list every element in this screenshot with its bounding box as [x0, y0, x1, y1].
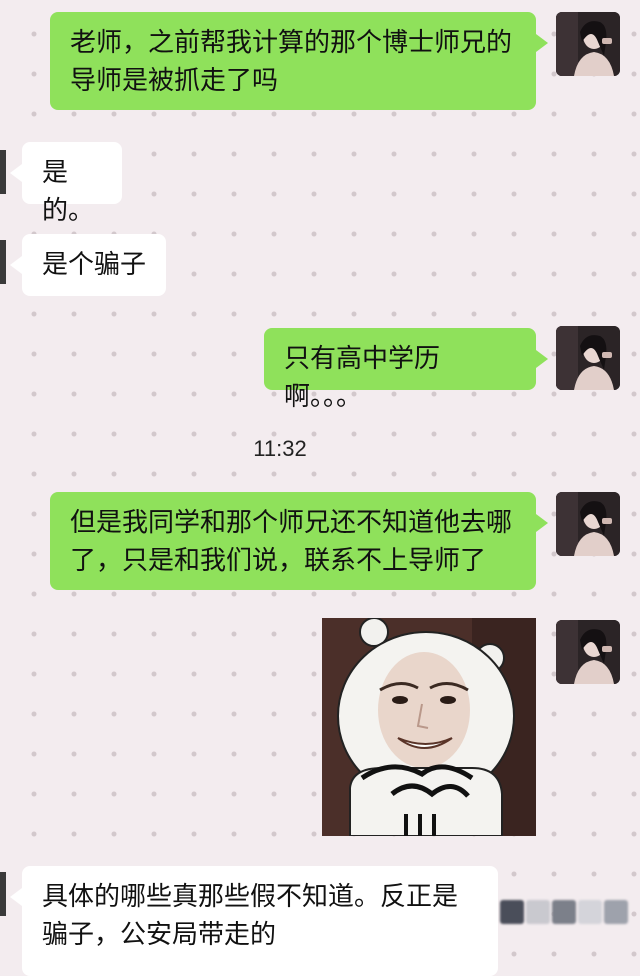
avatar-photo: [556, 12, 620, 76]
message-timestamp: 11:32: [253, 436, 307, 461]
sent-message-bubble[interactable]: 老师，之前帮我计算的那个博士师兄的导师是被抓走了吗: [50, 12, 548, 110]
avatar-photo: [556, 326, 620, 390]
meme-face-drawing: [322, 618, 536, 836]
message-text: 只有高中学历啊。。。: [284, 344, 441, 412]
received-message-bubble[interactable]: 具体的哪些真那些假不知道。反正是骗子，公安局带走的: [10, 866, 498, 976]
sent-message-bubble[interactable]: 但是我同学和那个师兄还不知道他去哪了，只是和我们说，联系不上导师了: [50, 492, 548, 590]
received-message-bubble[interactable]: 是个骗子: [10, 234, 166, 296]
redaction-block: [578, 900, 602, 924]
left-edge-mark: [0, 150, 6, 194]
received-message-bubble[interactable]: 是的。: [10, 142, 122, 226]
message-text: 是的。: [42, 158, 95, 226]
avatar-photo: [556, 620, 620, 684]
avatar-photo: [556, 492, 620, 556]
message-text: 但是我同学和那个师兄还不知道他去哪了，只是和我们说，联系不上导师了: [70, 508, 513, 576]
left-edge-mark: [0, 872, 6, 916]
user-avatar-icon[interactable]: [556, 326, 620, 390]
left-edge-mark: [0, 240, 6, 284]
meme-sticker-icon[interactable]: [322, 618, 536, 836]
redaction-block: [552, 900, 576, 924]
message-text: 具体的哪些真那些假不知道。反正是骗子，公安局带走的: [42, 882, 459, 950]
redaction-block: [500, 900, 524, 924]
redaction-block: [526, 900, 550, 924]
message-text: 是个骗子: [42, 250, 147, 280]
sent-message-bubble[interactable]: 只有高中学历啊。。。: [264, 328, 548, 412]
redacted-blocks: [500, 900, 628, 926]
message-text: 老师，之前帮我计算的那个博士师兄的导师是被抓走了吗: [70, 28, 513, 96]
redaction-block: [604, 900, 628, 924]
user-avatar-icon[interactable]: [556, 12, 620, 76]
chat-window: 老师，之前帮我计算的那个博士师兄的导师是被抓走了吗 是的。 是个骗子 只有高中学…: [0, 0, 640, 976]
user-avatar-icon[interactable]: [556, 492, 620, 556]
user-avatar-icon[interactable]: [556, 620, 620, 684]
